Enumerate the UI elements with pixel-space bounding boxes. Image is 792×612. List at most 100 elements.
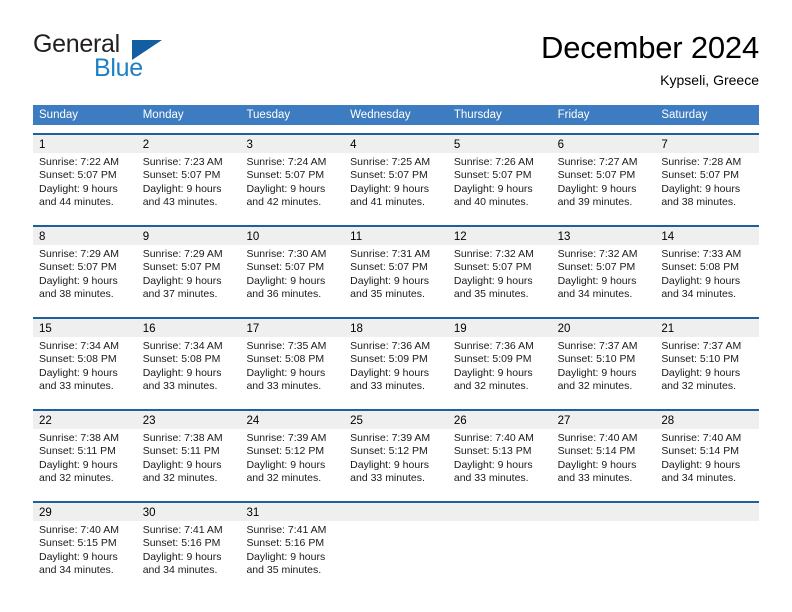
- daylight-text-line2: and 33 minutes.: [246, 380, 322, 393]
- day-cell[interactable]: 7 Sunrise: 7:28 AM Sunset: 5:07 PM Dayli…: [655, 135, 760, 217]
- day-cell[interactable]: 8 Sunrise: 7:29 AM Sunset: 5:07 PM Dayli…: [33, 227, 137, 309]
- day-number: 18: [350, 323, 363, 335]
- day-cell[interactable]: 15 Sunrise: 7:34 AM Sunset: 5:08 PM Dayl…: [33, 319, 137, 401]
- day-number: 3: [246, 139, 253, 151]
- sunrise-text: Sunrise: 7:36 AM: [350, 340, 431, 352]
- day-number-strip: 30: [136, 503, 241, 521]
- daylight-text-line1: Daylight: 9 hours: [661, 182, 741, 195]
- day-cell[interactable]: 6 Sunrise: 7:27 AM Sunset: 5:07 PM Dayli…: [551, 135, 656, 217]
- day-cell[interactable]: 10 Sunrise: 7:30 AM Sunset: 5:07 PM Dayl…: [240, 227, 345, 309]
- day-number-strip: [447, 503, 552, 521]
- day-number-strip: 20: [551, 319, 656, 337]
- day-cell[interactable]: 18 Sunrise: 7:36 AM Sunset: 5:09 PM Dayl…: [344, 319, 448, 401]
- sunset-text: Sunset: 5:11 PM: [39, 445, 116, 458]
- day-number-strip: 24: [240, 411, 345, 429]
- day-cell[interactable]: 9 Sunrise: 7:29 AM Sunset: 5:07 PM Dayli…: [136, 227, 241, 309]
- general-blue-logo[interactable]: General Blue: [33, 30, 253, 86]
- daylight-text-line2: and 32 minutes.: [142, 472, 218, 485]
- day-cell[interactable]: 16 Sunrise: 7:34 AM Sunset: 5:08 PM Dayl…: [136, 319, 241, 401]
- day-details: Sunrise: 7:26 AM Sunset: 5:07 PM Dayligh…: [448, 153, 552, 210]
- day-cell[interactable]: 22 Sunrise: 7:38 AM Sunset: 5:11 PM Dayl…: [33, 411, 137, 493]
- daylight-text-line2: and 33 minutes.: [350, 472, 425, 485]
- day-cell[interactable]: 11 Sunrise: 7:31 AM Sunset: 5:07 PM Dayl…: [344, 227, 448, 309]
- sunrise-text: Sunrise: 7:26 AM: [453, 156, 534, 168]
- sunrise-text: Sunrise: 7:31 AM: [350, 248, 431, 260]
- daylight-text-line2: and 42 minutes.: [246, 196, 322, 209]
- sunrise-text: Sunrise: 7:36 AM: [453, 340, 534, 352]
- day-details: Sunrise: 7:25 AM Sunset: 5:07 PM Dayligh…: [344, 153, 448, 210]
- sunset-text: Sunset: 5:07 PM: [350, 169, 428, 182]
- day-details: Sunrise: 7:40 AM Sunset: 5:14 PM Dayligh…: [552, 429, 656, 486]
- sunset-text: Sunset: 5:12 PM: [246, 445, 325, 458]
- sunset-text: Sunset: 5:07 PM: [557, 261, 636, 274]
- sunset-text: Sunset: 5:07 PM: [453, 261, 532, 274]
- sunrise-text: Sunrise: 7:40 AM: [661, 432, 742, 444]
- day-cell[interactable]: 31 Sunrise: 7:41 AM Sunset: 5:16 PM Dayl…: [240, 503, 345, 585]
- day-cell[interactable]: 20 Sunrise: 7:37 AM Sunset: 5:10 PM Dayl…: [551, 319, 656, 401]
- day-number: 20: [557, 323, 571, 335]
- daylight-text-line1: Daylight: 9 hours: [557, 458, 637, 471]
- week-row: 22 Sunrise: 7:38 AM Sunset: 5:11 PM Dayl…: [33, 409, 760, 493]
- day-cell[interactable]: 2 Sunrise: 7:23 AM Sunset: 5:07 PM Dayli…: [136, 135, 241, 217]
- sunset-text: Sunset: 5:07 PM: [142, 261, 221, 274]
- sunrise-text: Sunrise: 7:37 AM: [661, 340, 742, 352]
- day-number: 24: [246, 415, 260, 427]
- sunset-text: Sunset: 5:10 PM: [661, 353, 739, 366]
- day-cell[interactable]: 19 Sunrise: 7:36 AM Sunset: 5:09 PM Dayl…: [447, 319, 552, 401]
- day-cell[interactable]: 14 Sunrise: 7:33 AM Sunset: 5:08 PM Dayl…: [655, 227, 760, 309]
- day-number-strip: 16: [136, 319, 241, 337]
- day-number-strip: 12: [447, 227, 552, 245]
- weekday-header-row: Sunday Monday Tuesday Wednesday Thursday…: [33, 105, 759, 125]
- day-details: Sunrise: 7:39 AM Sunset: 5:12 PM Dayligh…: [240, 429, 344, 486]
- day-details: Sunrise: 7:41 AM Sunset: 5:16 PM Dayligh…: [240, 521, 344, 578]
- day-details: Sunrise: 7:28 AM Sunset: 5:07 PM Dayligh…: [655, 153, 759, 210]
- day-cell[interactable]: 23 Sunrise: 7:38 AM Sunset: 5:11 PM Dayl…: [136, 411, 241, 493]
- daylight-text-line2: and 34 minutes.: [557, 288, 633, 301]
- day-number-strip: 9: [136, 227, 241, 245]
- sunrise-text: Sunrise: 7:40 AM: [453, 432, 534, 444]
- day-cell[interactable]: 24 Sunrise: 7:39 AM Sunset: 5:12 PM Dayl…: [240, 411, 345, 493]
- day-cell[interactable]: 17 Sunrise: 7:35 AM Sunset: 5:08 PM Dayl…: [240, 319, 345, 401]
- weekday-header-monday: Monday: [142, 109, 184, 121]
- day-number: 30: [142, 507, 156, 519]
- day-cell[interactable]: 21 Sunrise: 7:37 AM Sunset: 5:10 PM Dayl…: [655, 319, 760, 401]
- day-number: 13: [557, 231, 571, 243]
- day-number: 17: [246, 323, 260, 335]
- daylight-text-line1: Daylight: 9 hours: [246, 550, 326, 563]
- day-number: 4: [350, 139, 357, 151]
- sunrise-text: Sunrise: 7:30 AM: [246, 248, 327, 260]
- sunrise-text: Sunrise: 7:27 AM: [557, 156, 638, 168]
- day-cell[interactable]: 29 Sunrise: 7:40 AM Sunset: 5:15 PM Dayl…: [33, 503, 137, 585]
- day-details: Sunrise: 7:40 AM Sunset: 5:15 PM Dayligh…: [33, 521, 137, 578]
- day-number: 7: [661, 139, 668, 151]
- weekday-header-tuesday: Tuesday: [246, 109, 291, 121]
- daylight-text-line2: and 39 minutes.: [557, 196, 633, 209]
- day-cell[interactable]: 27 Sunrise: 7:40 AM Sunset: 5:14 PM Dayl…: [551, 411, 656, 493]
- weekday-header-sunday: Sunday: [39, 109, 79, 121]
- day-number-strip: [655, 503, 760, 521]
- daylight-text-line2: and 32 minutes.: [39, 472, 114, 485]
- day-cell[interactable]: 28 Sunrise: 7:40 AM Sunset: 5:14 PM Dayl…: [655, 411, 760, 493]
- title-block: December 2024 Kypseli, Greece: [541, 28, 759, 90]
- sunrise-text: Sunrise: 7:22 AM: [39, 156, 119, 168]
- daylight-text-line1: Daylight: 9 hours: [246, 458, 326, 471]
- week-row: 29 Sunrise: 7:40 AM Sunset: 5:15 PM Dayl…: [33, 501, 760, 585]
- day-cell[interactable]: 12 Sunrise: 7:32 AM Sunset: 5:07 PM Dayl…: [447, 227, 552, 309]
- day-cell[interactable]: 13 Sunrise: 7:32 AM Sunset: 5:07 PM Dayl…: [551, 227, 656, 309]
- day-cell[interactable]: 1 Sunrise: 7:22 AM Sunset: 5:07 PM Dayli…: [33, 135, 137, 217]
- sunset-text: Sunset: 5:16 PM: [142, 537, 221, 550]
- daylight-text-line2: and 34 minutes.: [661, 288, 737, 301]
- day-cell[interactable]: 3 Sunrise: 7:24 AM Sunset: 5:07 PM Dayli…: [240, 135, 345, 217]
- daylight-text-line1: Daylight: 9 hours: [453, 182, 533, 195]
- sunrise-text: Sunrise: 7:32 AM: [453, 248, 534, 260]
- sunset-text: Sunset: 5:07 PM: [557, 169, 636, 182]
- day-cell[interactable]: 30 Sunrise: 7:41 AM Sunset: 5:16 PM Dayl…: [136, 503, 241, 585]
- day-number: 21: [661, 323, 675, 335]
- sunset-text: Sunset: 5:08 PM: [142, 353, 221, 366]
- day-cell[interactable]: 4 Sunrise: 7:25 AM Sunset: 5:07 PM Dayli…: [344, 135, 448, 217]
- day-cell[interactable]: 26 Sunrise: 7:40 AM Sunset: 5:13 PM Dayl…: [447, 411, 552, 493]
- day-cell[interactable]: 25 Sunrise: 7:39 AM Sunset: 5:12 PM Dayl…: [344, 411, 448, 493]
- weekday-header-friday: Friday: [557, 109, 590, 121]
- sunset-text: Sunset: 5:14 PM: [661, 445, 739, 458]
- day-cell[interactable]: 5 Sunrise: 7:26 AM Sunset: 5:07 PM Dayli…: [447, 135, 552, 217]
